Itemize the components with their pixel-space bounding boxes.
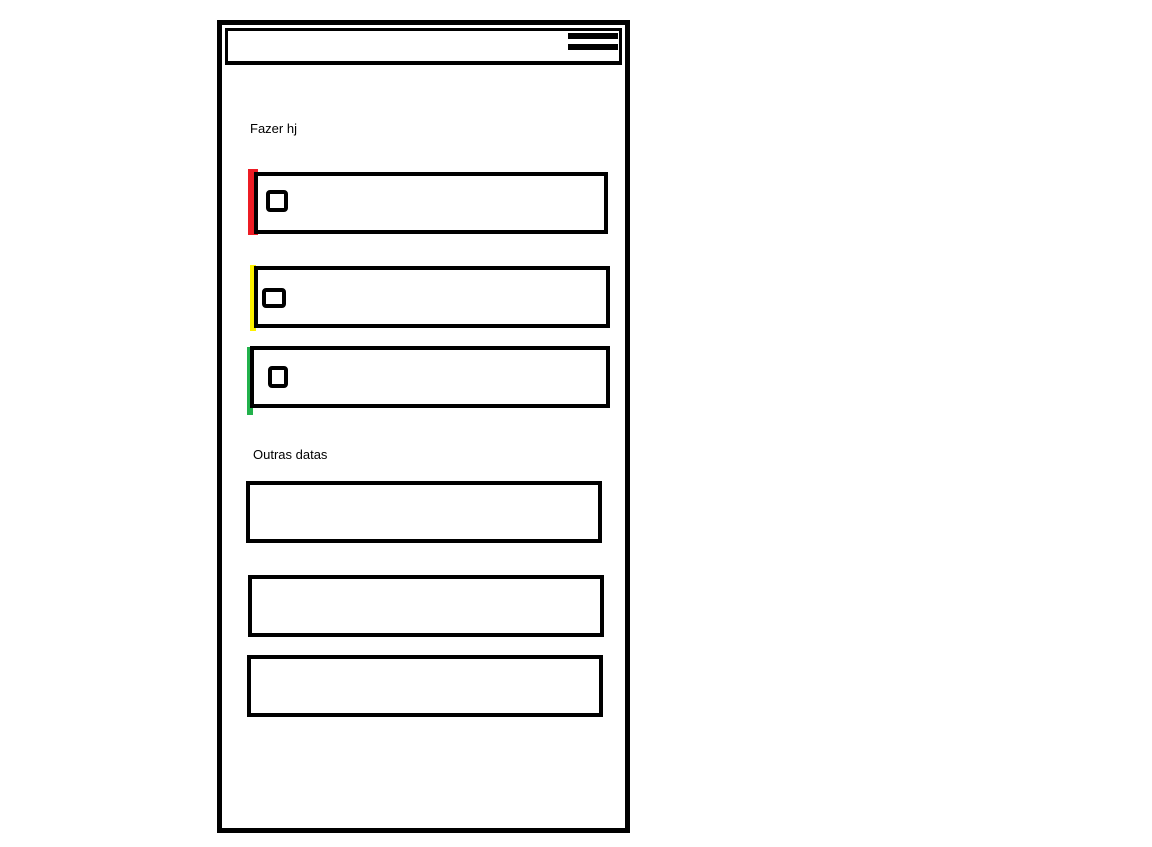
section-title-today: Fazer hj xyxy=(250,121,297,136)
task-checkbox[interactable] xyxy=(262,288,286,308)
task-card[interactable] xyxy=(254,266,610,328)
section-title-other: Outras datas xyxy=(253,447,328,462)
task-card[interactable] xyxy=(254,172,608,234)
task-checkbox[interactable] xyxy=(268,366,288,388)
other-task-card[interactable] xyxy=(247,655,603,717)
phone-frame: Fazer hj Outras datas xyxy=(217,20,630,833)
menu-line xyxy=(568,33,618,39)
task-checkbox[interactable] xyxy=(266,190,288,212)
other-task-card[interactable] xyxy=(246,481,602,543)
other-task-card[interactable] xyxy=(248,575,604,637)
task-card[interactable] xyxy=(250,346,610,408)
hamburger-menu-icon[interactable] xyxy=(568,33,618,51)
menu-line xyxy=(568,44,618,50)
app-header xyxy=(225,28,622,65)
